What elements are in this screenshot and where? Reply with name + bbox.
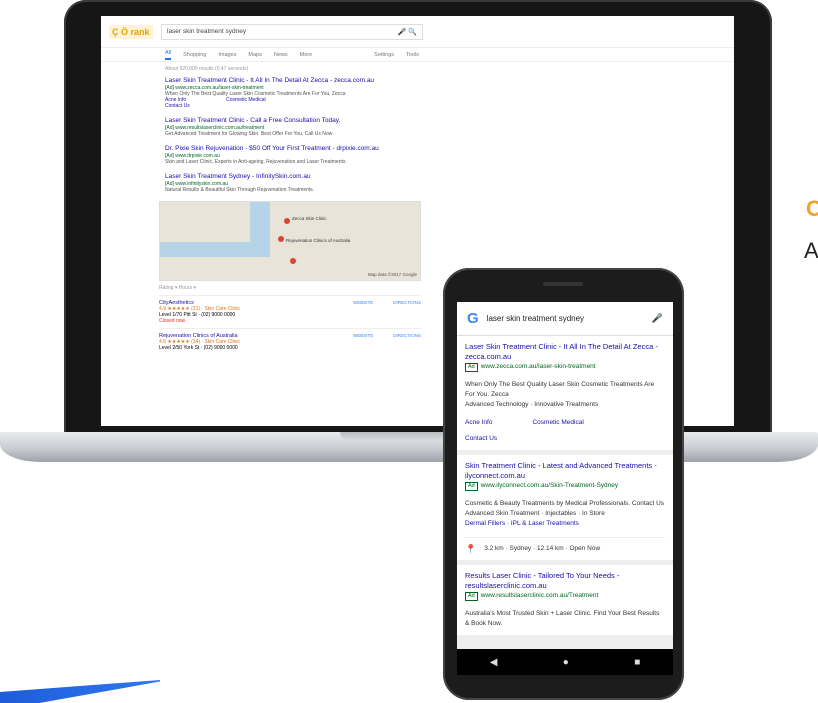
result-desc: Natural Results & Beautiful Skin Through… [165,187,315,193]
mobile-sitelink[interactable]: Acne Info [465,418,492,428]
mobile-result-url: Ad www.resultslaserclinic.com.au/Treatmen… [465,591,665,601]
mobile-result-desc: Cosmetic & Beauty Treatments by Medical … [465,500,665,507]
mobile-search-bar[interactable]: G laser skin treatment sydney 🎤 [457,302,673,336]
mobile-result-card: Laser Skin Treatment Clinic - It All In … [457,336,673,450]
edge-heading-letter: C [806,196,818,221]
result-desc: Get Advanced Treatment for Glowing Skin.… [165,131,333,137]
directions-button[interactable]: DIRECTIONS [393,300,421,324]
mobile-result-title[interactable]: Laser Skin Treatment Clinic - It All In … [465,342,665,362]
android-nav-bar: ◀ ● ■ [457,649,673,675]
mobile-result-title[interactable]: Results Laser Clinic - Tailored To Your … [465,571,665,591]
tab-images[interactable]: Images [218,52,236,58]
mobile-result-url: Ad www.ilyconnect.com.au/Skin-Treatment-S… [465,481,665,491]
search-input[interactable]: laser skin treatment sydney 🎤 🔍 [161,23,423,40]
location-pin-icon: 📍 [465,544,477,554]
result-item: Laser Skin Treatment Clinic - It All In … [165,77,431,109]
back-icon[interactable]: ◀ [490,657,498,668]
result-item: Laser Skin Treatment Sydney - InfinitySk… [165,173,431,193]
local-actions: WEBSITE DIRECTIONS [353,333,421,351]
microphone-icon[interactable]: 🎤 [652,313,663,324]
map-pin-icon[interactable] [278,236,284,242]
result-title[interactable]: Laser Skin Treatment Sydney - InfinitySk… [165,173,431,181]
mobile-location-text: 3.2 km · Sydney · 12.14 km · Open Now [484,545,601,552]
local-map[interactable]: Zecca Skin Clinic Rejuvenation Clinics o… [159,201,421,281]
local-listing[interactable]: CityAesthetics 4.9 ★★★★★ (21) · Skin Car… [159,295,421,328]
ad-badge: Ad [465,363,478,372]
tab-all[interactable]: All [165,50,172,60]
phone-screen: G laser skin treatment sydney 🎤 Laser Sk… [457,302,673,649]
map-attribution: Map data ©2017 Google [367,272,417,277]
mobile-result-card: Results Laser Clinic - Tailored To Your … [457,565,673,635]
mobile-url-text: www.zecca.com.au/laser-skin-treatment [480,363,596,370]
mobile-search-query[interactable]: laser skin treatment sydney [487,314,644,323]
tab-maps[interactable]: Maps [248,52,261,58]
website-button[interactable]: WEBSITE [353,300,373,324]
mobile-url-text: www.resultslaserclinic.com.au/Treatment [480,592,599,599]
recents-icon[interactable]: ■ [634,657,640,668]
local-pack: Rating ▾ Hours ▾ CityAesthetics 4.9 ★★★★… [159,281,421,355]
map-pin-icon[interactable] [290,258,296,264]
tab-news[interactable]: News [274,52,288,58]
google-g-icon: G [467,310,479,327]
sitelink[interactable]: Cosmetic Medical [226,97,265,103]
mobile-sitelink[interactable]: Contact Us [465,434,665,444]
local-address: Level 2/50 York St · (02) 9000 0000 [159,345,238,351]
mobile-result-desc: When Only The Best Quality Laser Skin Co… [465,381,655,398]
tab-shopping[interactable]: Shopping [183,52,206,58]
phone-speaker [543,282,583,286]
ad-badge: Ad [465,482,478,491]
local-actions: WEBSITE DIRECTIONS [353,300,421,324]
mobile-result-card: Skin Treatment Clinic - Latest and Advan… [457,455,673,560]
map-land [160,257,280,280]
directions-button[interactable]: DIRECTIONS [393,333,421,351]
device-mockup-stage: Ç Ö rank laser skin treatment sydney 🎤 🔍… [0,0,818,703]
google-header: Ç Ö rank laser skin treatment sydney 🎤 🔍 [101,16,734,48]
tab-tools[interactable]: Tools [406,52,419,58]
map-pin-icon[interactable] [284,218,290,224]
search-tabs: All Shopping Images Maps News More Setti… [101,48,734,62]
mobile-sitelinks: Acne Info Cosmetic Medical [465,418,665,428]
sitelink[interactable]: Contact Us [165,103,190,109]
result-desc: Skin and Laser Clinic. Experts in Anti-a… [165,159,347,165]
blue-swoosh-decoration [0,680,160,703]
map-land [160,202,250,242]
results-list: About 920,000 results (0.47 seconds) Las… [101,62,431,193]
local-listing[interactable]: Rejuvenation Clinics of Australia 4.8 ★★… [159,328,421,355]
result-item: Laser Skin Treatment Clinic - Call a Fre… [165,117,431,137]
mobile-result-desc2: Advanced Technology · Innovative Treatme… [465,401,599,408]
sitelinks: Contact Us [165,103,431,109]
local-status: Closed now [159,318,186,324]
result-title[interactable]: Laser Skin Treatment Clinic - It All In … [165,77,431,85]
result-item: Dr. Pixie Skin Rejuvenation - $50 Off Yo… [165,145,431,165]
tab-more[interactable]: More [300,52,313,58]
site-logo[interactable]: Ç Ö rank [109,24,153,39]
mobile-sitelink[interactable]: Dermal Fillers · IPL & Laser Treatments [465,519,665,529]
local-filters[interactable]: Rating ▾ Hours ▾ [159,281,421,295]
mobile-url-text: www.ilyconnect.com.au/Skin-Treatment-Syd… [480,482,619,489]
website-button[interactable]: WEBSITE [353,333,373,351]
result-title[interactable]: Dr. Pixie Skin Rejuvenation - $50 Off Yo… [165,145,431,153]
tab-settings[interactable]: Settings [374,52,394,58]
mobile-result-url: Ad www.zecca.com.au/laser-skin-treatment [465,362,665,372]
mobile-result-desc2: Advanced Skin Treatment · Injectables · … [465,510,605,517]
result-stats: About 920,000 results (0.47 seconds) [165,66,249,72]
edge-text-letter: A [804,238,818,263]
ad-badge: Ad [465,592,478,601]
home-icon[interactable]: ● [563,657,569,668]
mobile-result-title[interactable]: Skin Treatment Clinic - Latest and Advan… [465,461,665,481]
mobile-result-desc: Australia's Most Trusted Skin + Laser Cl… [465,610,660,627]
map-pin-label: Rejuvenation Clinics of Australia [286,238,351,243]
search-query: laser skin treatment sydney [167,27,247,35]
search-icon[interactable]: 🎤 🔍 [398,28,417,36]
map-pin-label: Zecca Skin Clinic [292,216,327,221]
mobile-sitelink[interactable]: Cosmetic Medical [532,418,583,428]
mobile-location-row[interactable]: 📍 3.2 km · Sydney · 12.14 km · Open Now [465,537,665,554]
result-title[interactable]: Laser Skin Treatment Clinic - Call a Fre… [165,117,431,125]
